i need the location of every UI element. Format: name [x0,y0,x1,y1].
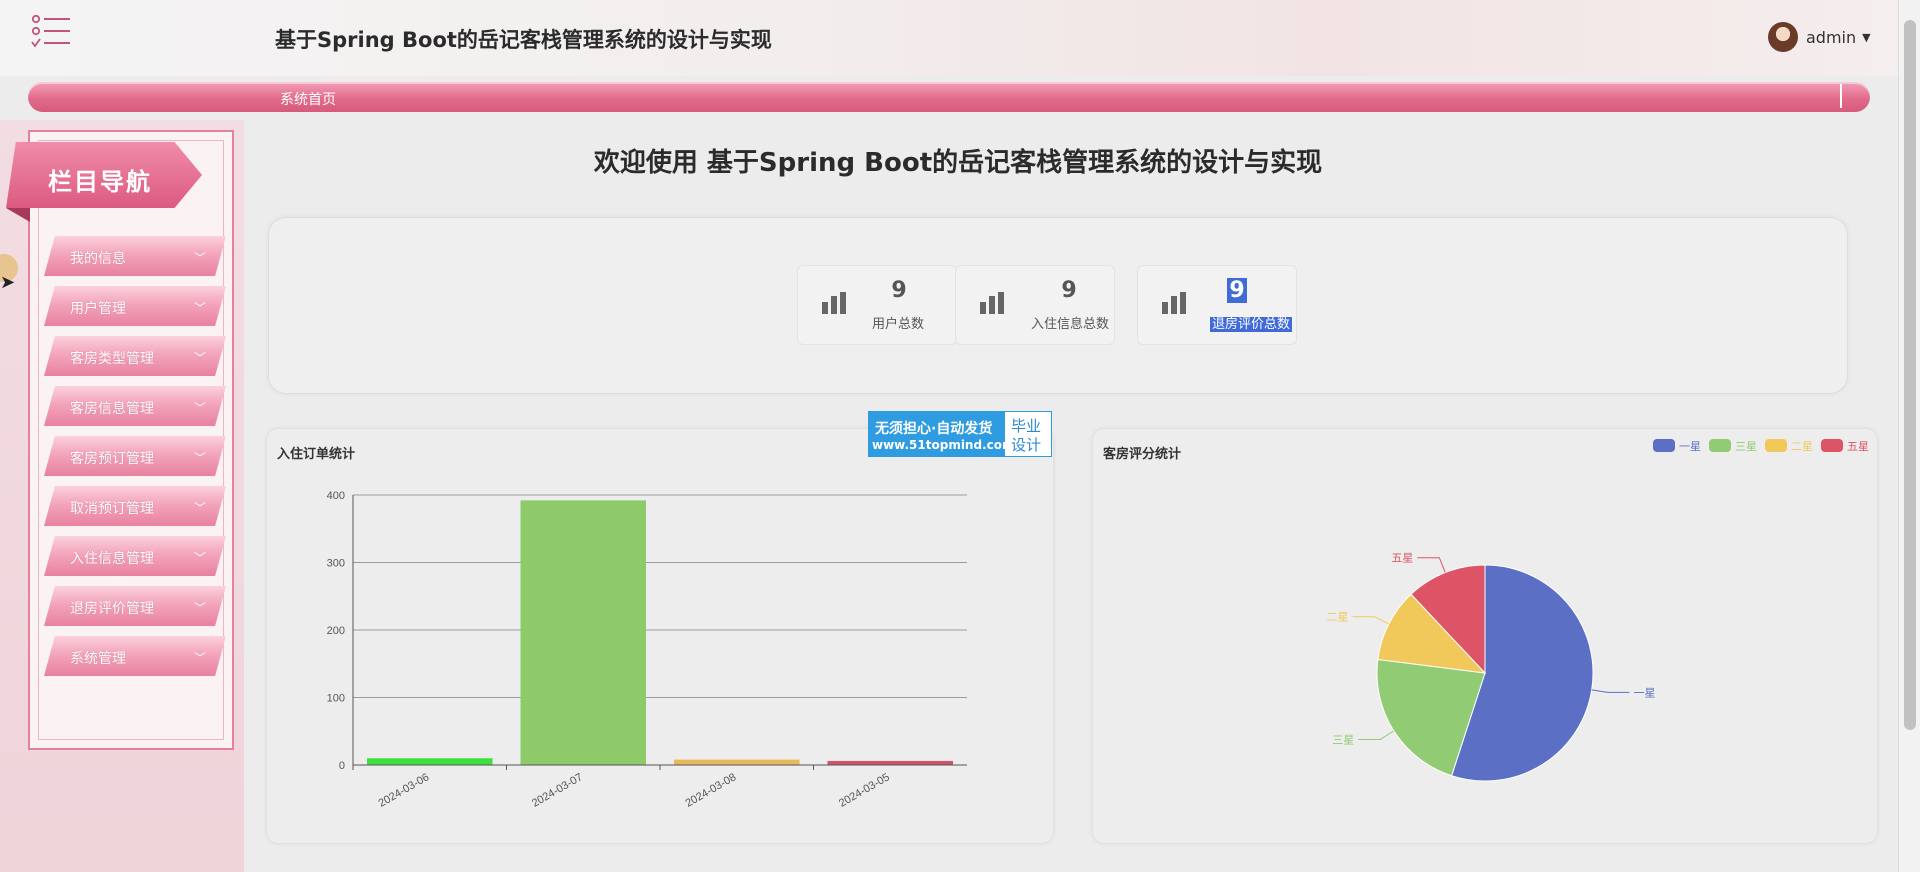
sidebar-item-label: 退房评价管理 [70,601,154,617]
badge-url: www.51topmind.com [872,438,1015,452]
sidebar-title: 栏目导航 [48,168,152,196]
y-tick-label: 0 [339,760,345,772]
user-name: admin [1806,27,1857,47]
pie-label-line [1417,557,1446,573]
y-tick-label: 200 [327,625,345,637]
x-tick-label: 2024-03-07 [530,771,585,810]
legend-swatch [1821,439,1843,452]
legend-label: 三星 [1735,440,1757,453]
pie-label-line [1352,616,1389,625]
checkin-chart-panel: 入住订单统计 0 100 200 300 400 2024-03-06 2024-03-07… [266,428,1054,844]
bar-chart: 0 100 200 300 400 2024-03-06 2024-03-07 2024-03… [327,490,967,810]
x-tick-label: 2024-03-08 [684,771,739,810]
legend-label: 一星 [1679,440,1701,453]
badge-text: 无须担心·自动发货 [875,421,993,437]
app-title: 基于Spring Boot的岳记客栈管理系统的设计与实现 [275,28,772,52]
chevron-down-icon: ﹀ [193,351,206,365]
caret-down-icon: ▼ [1862,30,1871,44]
stat-label: 用户总数 [871,317,924,332]
chevron-down-icon: ﹀ [193,251,206,265]
stat-value: 9 [1227,278,1247,303]
pie-label: 五星 [1391,552,1413,565]
chevron-down-icon: ﹀ [193,501,206,515]
pie-chart: 一星三星二星五星一星 三星 二星 五星 [1327,439,1869,782]
sidebar-item-my-info[interactable]: 我的信息 ﹀ [44,236,226,276]
bar [827,760,953,765]
pie-label: 二星 [1327,611,1349,624]
breadcrumb-divider [1840,84,1842,108]
chart-title: 入住订单统计 [277,447,356,462]
bar-chart-icon [980,292,1006,314]
bar-chart-icon [1162,292,1188,314]
stat-card-reviews: 9 退房评价总数 [1137,265,1297,345]
breadcrumb-home[interactable]: 系统首页 [280,89,336,109]
sidebar-item-label: 入住信息管理 [70,551,154,567]
pie-label: 一星 [1633,686,1655,699]
legend-swatch [1653,439,1675,452]
x-tick-label: 2024-03-05 [837,771,892,810]
chevron-down-icon: ﹀ [193,551,206,565]
menu-toggle-icon[interactable] [30,14,74,50]
sidebar-item-room-info[interactable]: 客房信息管理 ﹀ [44,386,226,426]
chevron-down-icon: ﹀ [193,301,206,315]
stat-card-users: 9 用户总数 [797,265,957,345]
page-scrollbar[interactable] [1898,0,1920,872]
pie-label-line [1591,689,1630,693]
x-tick-label: 2024-03-06 [377,771,432,810]
breadcrumb: 系统首页 [28,82,1870,112]
pie-label: 三星 [1332,733,1354,746]
y-tick-label: 100 [327,693,345,705]
bar-chart-icon [822,292,848,314]
chevron-down-icon: ﹀ [193,401,206,415]
bar [674,759,800,765]
pie-label-line [1358,730,1395,740]
stat-value: 9 [891,278,907,303]
scroll-thumb[interactable] [1904,20,1916,730]
badge-side-text: 设计 [1011,436,1042,454]
user-menu[interactable]: admin ▼ [1768,22,1871,52]
promo-badge[interactable]: 无须担心·自动发货 www.51topmind.com 毕业 设计 [868,411,1052,457]
sidebar-item-label: 取消预订管理 [70,501,154,517]
chart-title: 客房评分统计 [1103,447,1182,462]
stats-panel: 9 用户总数 9 入住信息总数 9 退房评价总数 [268,217,1848,394]
sidebar-item-checkins[interactable]: 入住信息管理 ﹀ [44,536,226,576]
sidebar-item-cancellations[interactable]: 取消预订管理 ﹀ [44,486,226,526]
welcome-heading: 欢迎使用 基于Spring Boot的岳记客栈管理系统的设计与实现 [593,148,1323,178]
chevron-down-icon: ﹀ [193,651,206,665]
stat-card-checkins: 9 入住信息总数 [955,265,1115,345]
badge-side-text: 毕业 [1011,417,1042,435]
sidebar-item-users[interactable]: 用户管理 ﹀ [44,286,226,326]
sidebar-item-label: 系统管理 [70,651,126,667]
sidebar-item-label: 客房类型管理 [70,351,154,367]
sidebar-item-label: 我的信息 [70,251,126,267]
bar [367,758,493,765]
bar [520,500,646,765]
legend-swatch [1709,439,1731,452]
top-header: 基于Spring Boot的岳记客栈管理系统的设计与实现 admin ▼ [0,0,1898,76]
stat-label: 入住信息总数 [1030,317,1109,332]
legend-label: 二星 [1791,440,1813,453]
sidebar-item-label: 用户管理 [70,301,126,317]
chevron-down-icon: ﹀ [193,451,206,465]
rating-chart-panel: 客房评分统计 一星 三星 二星 五星 一星 三星 二星 五星 [1092,428,1878,844]
legend-label: 五星 [1847,440,1869,453]
y-tick-label: 400 [327,490,345,502]
legend-swatch [1765,439,1787,452]
sidebar-item-system[interactable]: 系统管理 ﹀ [44,636,226,676]
chevron-down-icon: ﹀ [193,601,206,615]
stat-value: 9 [1061,278,1077,303]
sidebar-item-checkout-reviews[interactable]: 退房评价管理 ﹀ [44,586,226,626]
avatar [1768,22,1798,52]
sidebar-item-bookings[interactable]: 客房预订管理 ﹀ [44,436,226,476]
sidebar-item-label: 客房信息管理 [70,401,154,417]
y-tick-label: 300 [327,558,345,570]
sidebar-item-room-types[interactable]: 客房类型管理 ﹀ [44,336,226,376]
stat-label: 退房评价总数 [1210,317,1293,332]
sidebar-item-label: 客房预订管理 [70,451,154,467]
mouse-cursor-icon: ➤ [0,272,16,293]
